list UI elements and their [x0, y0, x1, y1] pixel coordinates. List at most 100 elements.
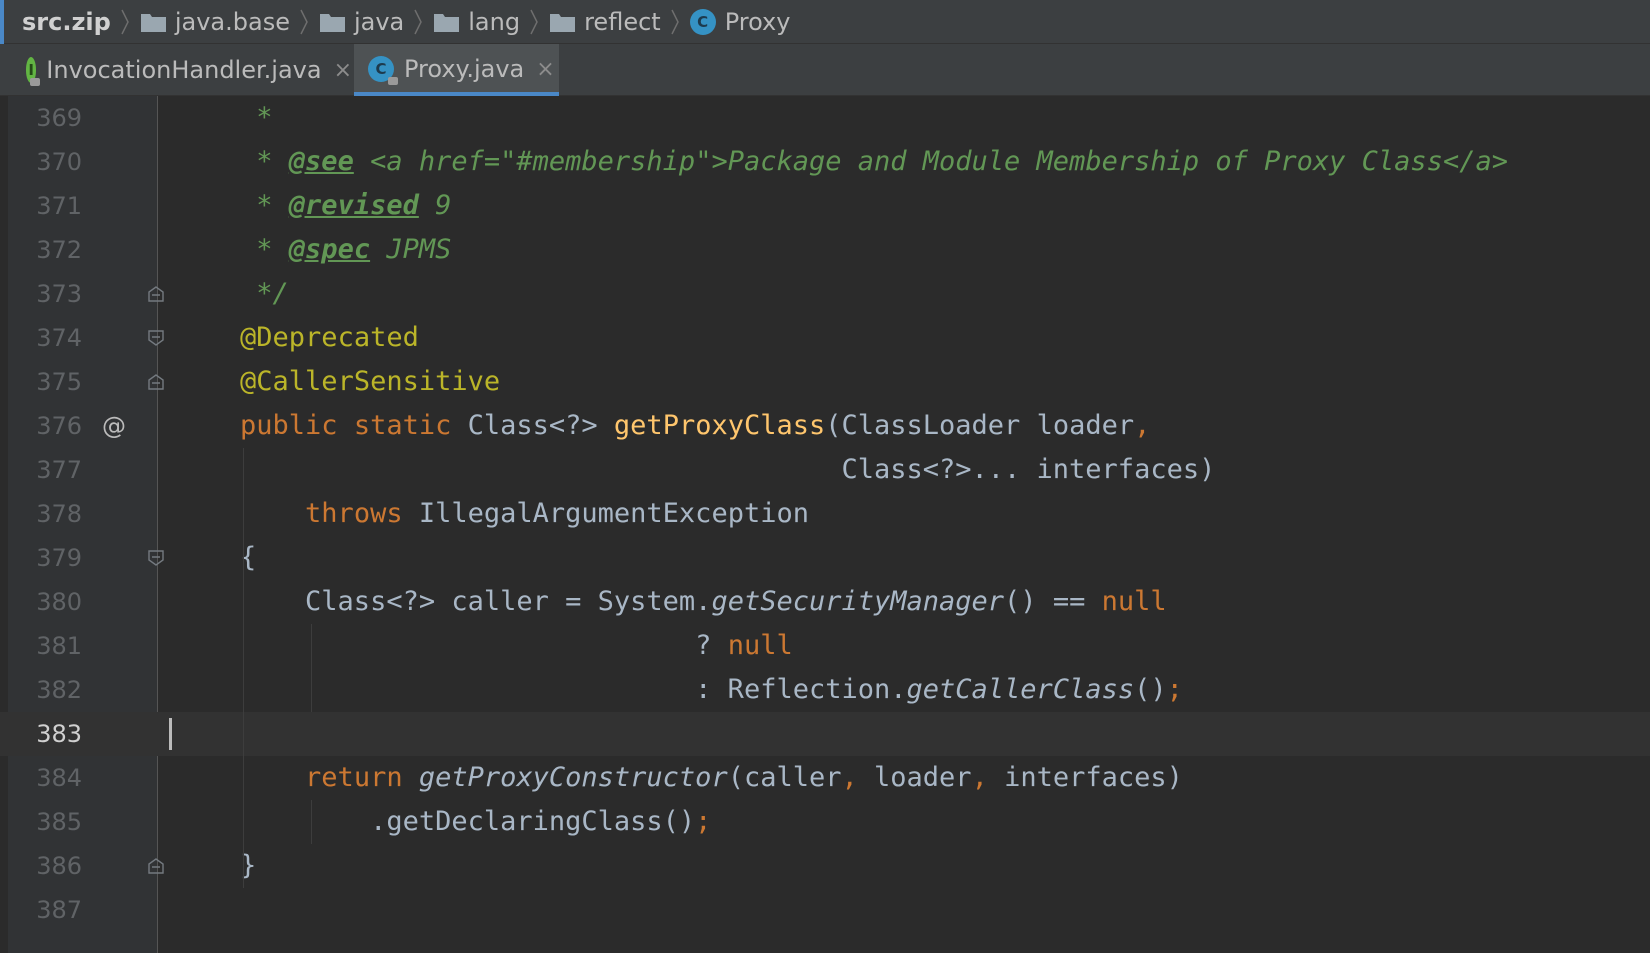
fold-start-icon[interactable]	[147, 549, 165, 567]
line-number[interactable]: 371	[10, 184, 82, 228]
line-number[interactable]: 387	[10, 888, 82, 932]
indent-guide	[311, 624, 312, 712]
text-caret	[169, 718, 172, 750]
line-number[interactable]: 386	[10, 844, 82, 888]
code-token: throws	[305, 498, 419, 529]
code-line[interactable]: 374 @Deprecated	[0, 316, 1650, 360]
code-token: loader	[874, 762, 972, 793]
line-number[interactable]: 382	[10, 668, 82, 712]
code-line[interactable]: 382 : Reflection.getCallerClass();	[0, 668, 1650, 712]
code-line[interactable]: 372 * @spec JPMS	[0, 228, 1650, 272]
line-number[interactable]: 373	[10, 272, 82, 316]
line-number[interactable]: 383	[10, 712, 82, 756]
code-text[interactable]: return getProxyConstructor(caller, loade…	[175, 756, 1183, 800]
line-number[interactable]: 370	[10, 140, 82, 184]
code-token: null	[1101, 586, 1167, 617]
code-line[interactable]: 383	[0, 712, 1650, 756]
fold-end-icon[interactable]	[147, 285, 165, 303]
line-number[interactable]: 378	[10, 492, 82, 536]
code-text[interactable]: }	[175, 844, 256, 888]
class-icon: C	[368, 56, 398, 85]
code-token: Class<?>... interfaces)	[175, 454, 1216, 485]
fold-end-icon[interactable]	[147, 373, 165, 391]
code-text[interactable]: @CallerSensitive	[175, 360, 500, 404]
code-line[interactable]: 381 ? null	[0, 624, 1650, 668]
code-text[interactable]: ? null	[175, 624, 793, 668]
fold-start-icon[interactable]	[147, 329, 165, 347]
code-text[interactable]: Class<?>... interfaces)	[175, 448, 1215, 492]
code-text[interactable]: {	[175, 536, 256, 580]
breadcrumb-java[interactable]: java	[319, 8, 433, 36]
line-number[interactable]: 385	[10, 800, 82, 844]
code-line[interactable]: 384 return getProxyConstructor(caller, l…	[0, 756, 1650, 800]
code-text[interactable]: throws IllegalArgumentException	[175, 492, 809, 536]
overrides-marker-icon[interactable]: @	[102, 404, 126, 448]
code-text[interactable]: * @see <a href="#membership">Package and…	[175, 140, 1508, 184]
line-number[interactable]: 369	[10, 96, 82, 140]
code-line[interactable]: 378 throws IllegalArgumentException	[0, 492, 1650, 536]
close-icon[interactable]: ×	[334, 58, 352, 83]
code-line[interactable]: 376 @ public static Class<?> getProxyClas…	[0, 404, 1650, 448]
line-number[interactable]: 381	[10, 624, 82, 668]
breadcrumb-lang[interactable]: lang	[433, 8, 549, 36]
code-token: *	[175, 190, 289, 221]
code-line[interactable]: 373 */	[0, 272, 1650, 316]
line-number[interactable]: 375	[10, 360, 82, 404]
tab-proxy-java[interactable]: C Proxy.java ×	[354, 44, 559, 96]
code-token: @CallerSensitive	[240, 366, 501, 397]
code-token: : Reflection.	[175, 674, 907, 705]
code-line[interactable]: 369 *	[0, 96, 1650, 140]
tab-invocationhandler-java[interactable]: I InvocationHandler.java ×	[12, 44, 352, 96]
code-line[interactable]: 387	[0, 888, 1650, 932]
code-editor[interactable]: 369 * 370 * @see <a href="#membership">Pa…	[0, 96, 1650, 953]
fold-end-icon[interactable]	[147, 857, 165, 875]
breadcrumb-label: reflect	[584, 7, 661, 36]
line-number[interactable]: 380	[10, 580, 82, 624]
code-token: .getDeclaringClass()	[175, 806, 696, 837]
breadcrumb-reflect[interactable]: reflect	[549, 8, 690, 36]
breadcrumb-proxy[interactable]: C Proxy	[689, 8, 790, 36]
line-number[interactable]: 376	[10, 404, 82, 448]
interface-icon: I	[26, 57, 41, 86]
code-text[interactable]: Class<?> caller = System.getSecurityMana…	[175, 580, 1167, 624]
code-token: <a href="#membership">Package and Module…	[353, 146, 1508, 177]
code-text[interactable]: @Deprecated	[175, 316, 419, 360]
code-token: *	[175, 146, 289, 177]
line-number[interactable]: 379	[10, 536, 82, 580]
code-text[interactable]: */	[175, 272, 289, 316]
line-number[interactable]: 372	[10, 228, 82, 272]
code-line[interactable]: 386 }	[0, 844, 1650, 888]
code-token: () ==	[1004, 586, 1102, 617]
close-icon[interactable]: ×	[536, 57, 554, 82]
chevron-right-icon	[671, 9, 679, 34]
breadcrumb-src-zip[interactable]: src.zip	[22, 8, 140, 36]
code-line[interactable]: 377 Class<?>... interfaces)	[0, 448, 1650, 492]
code-token: return	[305, 762, 419, 793]
code-line[interactable]: 375 @CallerSensitive	[0, 360, 1650, 404]
code-line[interactable]: 379 {	[0, 536, 1650, 580]
code-text[interactable]: : Reflection.getCallerClass();	[175, 668, 1183, 712]
line-number[interactable]: 374	[10, 316, 82, 360]
code-text[interactable]: .getDeclaringClass();	[175, 800, 711, 844]
code-token: ,	[841, 762, 875, 793]
code-token: @see	[288, 146, 354, 177]
breadcrumb-label: java.base	[174, 7, 290, 36]
code-text[interactable]: public static Class<?> getProxyClass(Cla…	[175, 404, 1150, 448]
breadcrumb-java-base[interactable]: java.base	[140, 8, 319, 36]
code-line[interactable]: 371 * @revised 9	[0, 184, 1650, 228]
code-text[interactable]: *	[175, 96, 272, 140]
line-number[interactable]: 377	[10, 448, 82, 492]
code-line[interactable]: 385 .getDeclaringClass();	[0, 800, 1650, 844]
navigation-bar: src.zip java.base java lang reflect C Pr…	[0, 0, 1650, 44]
code-line[interactable]: 370 * @see <a href="#membership">Package…	[0, 140, 1650, 184]
code-line[interactable]: 380 Class<?> caller = System.getSecurity…	[0, 580, 1650, 624]
breadcrumb-label: java	[353, 7, 405, 36]
line-number[interactable]: 384	[10, 756, 82, 800]
code-text[interactable]: * @spec JPMS	[175, 228, 451, 272]
code-token: ()	[1134, 674, 1167, 705]
code-text[interactable]: * @revised 9	[175, 184, 451, 228]
folder-icon	[140, 13, 166, 32]
